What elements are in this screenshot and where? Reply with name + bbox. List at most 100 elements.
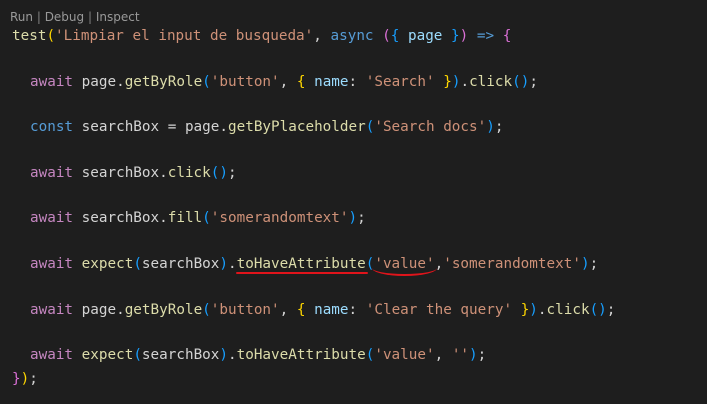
token-punctuation: ; [228,165,237,181]
token-string: '' [451,347,470,363]
token-punctuation: ; [29,371,38,387]
token-parameter: page [399,28,452,44]
token-punctuation: ; [589,256,599,272]
token-identifier: page. [73,74,125,90]
token-bracket: } [520,302,530,318]
token-punctuation: , [279,302,297,318]
red-curve-annotation [372,268,437,276]
token-string: 'Clear the query' [365,302,513,318]
token-keyword: await [30,74,74,90]
token-bracket: } [451,28,460,44]
token-function: click [546,302,590,318]
token-bracket: ( [46,28,56,44]
token-string: 'Limpiar el input de busqueda' [55,28,314,44]
token-function: expect [81,347,134,363]
token-punctuation: . [537,302,547,318]
token-function: toHaveAttribute [236,256,366,272]
token-bracket: ( [382,28,391,44]
token-bracket: ) [348,210,358,226]
code-area: test('Limpiar el input de busqueda', asy… [0,0,707,387]
token-bracket: ) [486,119,495,135]
token-bracket: { [502,28,512,44]
token-punctuation: , [434,347,452,363]
token-keyword: async [330,28,374,44]
code-line-8: await expect(searchBox).toHaveAttribute(… [30,345,486,365]
token-punctuation: ; [494,119,504,135]
token-bracket: ) [529,302,538,318]
red-underline-annotation [235,272,368,274]
underlined-method: toHaveAttribute [235,256,368,274]
token-keyword: const [30,119,74,135]
token-identifier: = page. [159,119,228,135]
token-function: getByRole [124,302,203,318]
code-editor[interactable]: Run | Debug | Inspect test('Limpiar el i… [0,0,707,404]
token-punctuation: . [228,256,237,272]
token-string: 'value' [374,347,435,363]
token-punctuation: ; [357,210,366,226]
token-bracket: ( [133,347,142,363]
token-punctuation: ; [606,302,616,318]
token-function: fill [167,210,203,226]
token-punctuation: ; [477,347,487,363]
token-function: getByRole [124,74,203,90]
token-punctuation: : [348,74,366,90]
token-identifier: searchBox [141,256,220,272]
token-property: name [305,74,349,90]
token-identifier: searchBox [73,119,160,135]
token-bracket: ) [219,347,228,363]
token-keyword: await [30,210,74,226]
token-bracket: } [12,371,21,387]
token-function: test [12,28,47,44]
token-punctuation: . [460,74,470,90]
token-punctuation: . [228,347,237,363]
token-bracket: ) [469,347,478,363]
token-identifier: page. [73,302,125,318]
token-function: click [469,74,513,90]
token-bracket: ( [202,302,211,318]
token-bracket: ) [580,256,590,272]
token-keyword: await [30,256,74,272]
token-keyword: await [30,302,74,318]
token-bracket: ( [202,210,211,226]
code-line-6: await expect(searchBox).toHaveAttribute(… [30,254,599,276]
token-punctuation: , [313,28,331,44]
token-bracket: () [589,302,607,318]
token-function: getByPlaceholder [228,119,366,135]
token-punctuation: , [279,74,297,90]
token-identifier: searchBox [141,347,220,363]
token-string: 'somerandomtext' [210,210,349,226]
token-bracket: () [512,74,530,90]
token-function: expect [81,256,134,272]
token-string: 'button' [210,302,280,318]
token-keyword: await [30,165,74,181]
token-bracket: ) [219,256,228,272]
token-string: 'Search docs' [374,119,487,135]
token-identifier: searchBox. [73,165,168,181]
token-bracket: ) [459,28,469,44]
code-line-7: await page.getByRole('button', { name: '… [30,300,615,320]
underlined-argument: 'value' [372,256,437,276]
token-bracket: ( [133,256,142,272]
token-bracket: ) [20,371,30,387]
token-function: toHaveAttribute [236,347,366,363]
token-bracket: () [210,165,228,181]
code-line-4: await searchBox.click(); [30,163,237,183]
token-identifier: searchBox. [73,210,168,226]
token-function: click [167,165,211,181]
token-string: 'Search' [365,74,435,90]
code-line-5: await searchBox.fill('somerandomtext'); [30,208,366,228]
code-line-2: await page.getByRole('button', { name: '… [30,72,538,92]
code-line-3: const searchBox = page.getByPlaceholder(… [30,117,503,137]
code-line-1: test('Limpiar el input de busqueda', asy… [12,26,511,46]
token-bracket: } [443,74,452,90]
token-bracket: ( [202,74,211,90]
token-operator: => [476,28,495,44]
token-property: name [305,302,349,318]
